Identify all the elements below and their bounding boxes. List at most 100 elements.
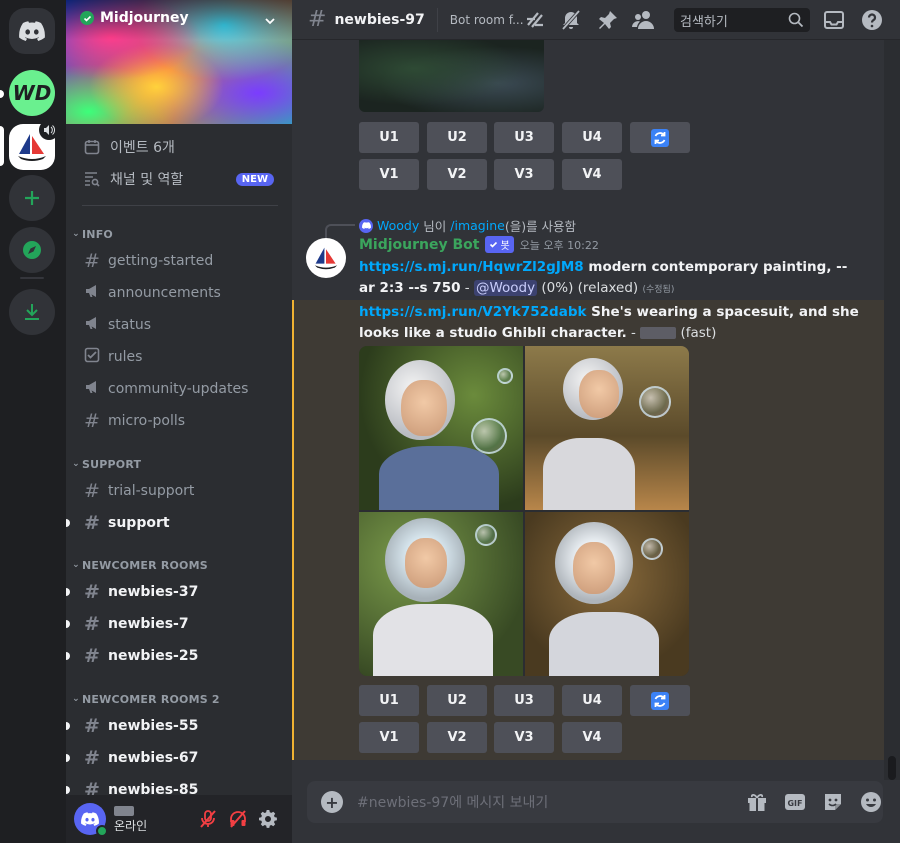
channel-label: newbies-25 <box>108 648 199 664</box>
generated-image-4[interactable] <box>525 512 689 676</box>
threads-button[interactable] <box>523 8 547 32</box>
help-button[interactable] <box>860 8 884 32</box>
reply-user[interactable]: Woody <box>377 218 419 233</box>
server-rail: WD <box>0 0 66 843</box>
face-shape <box>573 542 615 594</box>
add-server-button[interactable] <box>9 175 55 221</box>
variation-2-button[interactable]: V2 <box>427 159 487 190</box>
channel-header: # newbies-97 Bot room f... 검색하기 <box>292 0 900 40</box>
channel-topic[interactable]: Bot room f... <box>450 13 526 27</box>
upscale-4-button[interactable]: U4 <box>562 122 622 153</box>
upscale-2-button[interactable]: U2 <box>427 122 487 153</box>
user-info[interactable]: 온라인 <box>114 805 147 833</box>
generated-image-3[interactable] <box>359 512 523 676</box>
caret-down-icon: ⌄ <box>72 694 80 704</box>
category-info[interactable]: ⌄ INFO <box>66 224 292 244</box>
gift-button[interactable] <box>745 790 769 814</box>
message-input-placeholder[interactable]: #newbies-97에 메시지 보내기 <box>357 792 548 812</box>
mute-mic-button[interactable] <box>196 807 220 831</box>
discord-home-button[interactable] <box>9 8 55 54</box>
upscale-3-button[interactable]: U3 <box>494 685 554 716</box>
upscale-3-button[interactable]: U3 <box>494 122 554 153</box>
reply-command[interactable]: /imagine <box>450 218 505 233</box>
variation-1-button[interactable]: V1 <box>359 722 419 753</box>
emoji-button[interactable] <box>859 790 883 814</box>
notification-settings-button[interactable] <box>559 8 583 32</box>
server-wd-label: WD <box>12 81 52 105</box>
channel-newbies-7[interactable]: # newbies-7 <box>66 609 284 639</box>
channel-rules[interactable]: rules <box>74 342 284 372</box>
generated-image-1[interactable] <box>359 346 523 510</box>
upscale-2-button[interactable]: U2 <box>427 685 487 716</box>
deafen-button[interactable] <box>226 807 250 831</box>
pinned-messages-button[interactable] <box>596 8 620 32</box>
unread-indicator <box>66 588 70 596</box>
previous-image-grid[interactable] <box>359 40 544 112</box>
variation-3-button[interactable]: V3 <box>494 159 554 190</box>
upscale-1-button[interactable]: U1 <box>359 685 419 716</box>
category-newcomer-rooms-2[interactable]: ⌄ NEWCOMER ROOMS 2 <box>66 689 292 709</box>
avatar[interactable] <box>74 803 108 837</box>
variation-1-button[interactable]: V1 <box>359 159 419 190</box>
member-list-button[interactable] <box>632 8 656 32</box>
reroll-button[interactable] <box>630 685 690 716</box>
channel-trial-support[interactable]: # trial-support <box>74 476 284 506</box>
user-mention[interactable]: @Woody <box>473 280 538 296</box>
channel-micro-polls[interactable]: # micro-polls <box>74 406 284 436</box>
online-status-dot <box>96 825 108 837</box>
channel-newbies-67[interactable]: # newbies-67 <box>66 743 284 773</box>
bot-avatar[interactable] <box>306 238 346 278</box>
prompt-link-2[interactable]: https://s.mj.run/V2Yk752dabk <box>359 304 586 320</box>
variation-3-button[interactable]: V3 <box>494 722 554 753</box>
message-composer[interactable]: + #newbies-97에 메시지 보내기 GIF <box>307 781 883 823</box>
user-settings-button[interactable] <box>256 807 280 831</box>
inbox-icon <box>824 11 844 29</box>
variation-4-button[interactable]: V4 <box>562 722 622 753</box>
mic-muted-icon <box>200 810 216 828</box>
bot-tag-label: 봇 <box>500 241 510 252</box>
channel-community-updates[interactable]: community-updates <box>74 374 284 404</box>
spacesuit-shape <box>549 612 659 676</box>
category-support[interactable]: ⌄ SUPPORT <box>66 454 292 474</box>
explore-servers-button[interactable] <box>9 227 55 273</box>
message-scrollbar[interactable] <box>884 40 900 780</box>
reroll-button[interactable] <box>630 122 690 153</box>
category-newcomer-rooms[interactable]: ⌄ NEWCOMER ROOMS <box>66 555 292 575</box>
channel-support[interactable]: # support <box>66 508 284 538</box>
bot-username[interactable]: Midjourney Bot <box>359 237 479 253</box>
variation-4-button[interactable]: V4 <box>562 159 622 190</box>
sticker-button[interactable] <box>821 790 845 814</box>
channel-newbies-37[interactable]: # newbies-37 <box>66 577 284 607</box>
channels-roles-item[interactable]: 채널 및 역할 NEW <box>74 164 284 194</box>
emoji-icon <box>861 792 881 812</box>
server-header[interactable]: Midjourney <box>80 10 189 26</box>
download-apps-button[interactable] <box>9 289 55 335</box>
server-wd-button[interactable]: WD <box>9 70 55 116</box>
server-midjourney-button[interactable] <box>9 120 59 170</box>
generated-image-2[interactable] <box>525 346 689 510</box>
inbox-button[interactable] <box>822 8 846 32</box>
prompt-link-1[interactable]: https://s.mj.run/HqwrZl2gJM8 <box>359 259 584 275</box>
events-item[interactable]: 이벤트 6개 <box>74 132 284 162</box>
channel-newbies-55[interactable]: # newbies-55 <box>66 711 284 741</box>
upscale-1-button[interactable]: U1 <box>359 122 419 153</box>
channel-status[interactable]: status <box>74 310 284 340</box>
search-icon <box>788 12 804 32</box>
channel-newbies-25[interactable]: # newbies-25 <box>66 641 284 671</box>
events-label: 이벤트 6개 <box>110 140 175 156</box>
generated-image-grid[interactable] <box>359 346 689 676</box>
interaction-context[interactable]: Woody 님이 /imagine (을)를 사용함 <box>359 216 576 235</box>
bot-tag: 봇 <box>485 236 514 253</box>
chevron-down-icon[interactable] <box>264 12 276 31</box>
search-input[interactable]: 검색하기 <box>674 8 810 32</box>
face-shape <box>405 538 447 588</box>
upscale-4-button[interactable]: U4 <box>562 685 622 716</box>
channel-getting-started[interactable]: # getting-started <box>74 246 284 276</box>
message-content-1: https://s.mj.run/HqwrZl2gJM8 modern cont… <box>359 257 859 301</box>
scrollbar-thumb[interactable] <box>888 756 896 780</box>
channel-announcements[interactable]: announcements <box>74 278 284 308</box>
attach-plus-button[interactable]: + <box>321 791 343 813</box>
channel-label: trial-support <box>108 483 195 499</box>
variation-2-button[interactable]: V2 <box>427 722 487 753</box>
gif-button[interactable]: GIF <box>783 790 807 814</box>
